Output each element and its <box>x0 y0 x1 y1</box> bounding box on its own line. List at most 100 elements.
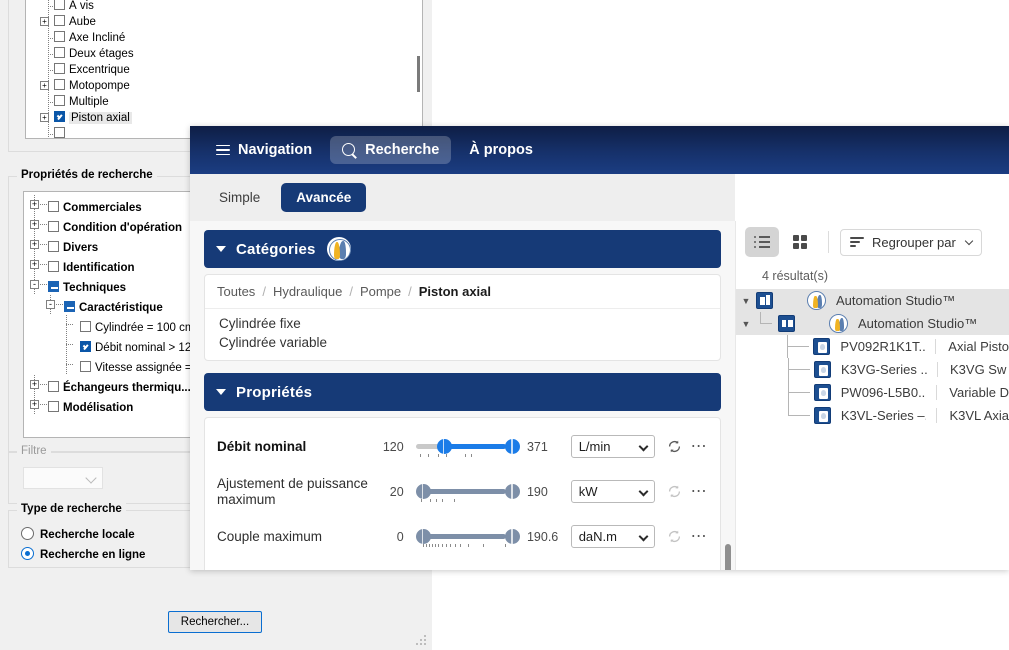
category-tree[interactable]: À vis + Aube Axe Incliné Deux étages Excentri… <box>25 0 423 139</box>
checkbox[interactable] <box>54 63 65 74</box>
refresh-icon[interactable] <box>667 529 682 544</box>
criteria-pane-scrollbar[interactable] <box>725 544 731 570</box>
checkbox[interactable] <box>80 321 91 332</box>
breadcrumb-item-0[interactable]: Toutes <box>217 284 255 299</box>
rechercher-button[interactable]: Rechercher... <box>168 611 262 633</box>
expand-icon[interactable]: - <box>30 280 39 289</box>
category-tree-item[interactable]: Excentrique <box>26 62 422 78</box>
category-tree-item[interactable]: Deux étages <box>26 46 422 62</box>
category-tree-scrollbar[interactable] <box>417 56 420 92</box>
search-property-item[interactable]: + Condition d'opération <box>24 215 200 235</box>
search-property-item[interactable]: + Échangeurs thermiqu... <box>24 375 200 395</box>
expand-icon[interactable]: + <box>30 400 39 409</box>
result-group-row[interactable]: ▼ Automation Studio™ <box>736 312 1009 335</box>
category-tree-item[interactable]: À vis <box>26 0 422 14</box>
group-by-button[interactable]: Regrouper par <box>840 228 982 256</box>
property-range-slider[interactable] <box>416 567 515 571</box>
checkbox[interactable] <box>48 381 59 392</box>
search-property-item[interactable]: - Techniques <box>24 275 200 295</box>
search-property-item[interactable]: + Divers <box>24 235 200 255</box>
expand-icon[interactable]: + <box>30 220 39 229</box>
checkbox[interactable] <box>48 281 59 292</box>
category-tree-item[interactable]: + Motopompe <box>26 78 422 94</box>
search-property-item[interactable]: Cylindrée = 100 cm³... <box>24 315 200 335</box>
breadcrumb-item-1[interactable]: Hydraulique <box>273 284 342 299</box>
category-tree-item[interactable]: Axe Incliné <box>26 30 422 46</box>
checkbox[interactable] <box>48 261 59 272</box>
radio-recherche-locale[interactable]: Recherche locale <box>21 527 135 541</box>
category-tree-item[interactable]: + Piston axial <box>26 110 422 126</box>
checkbox[interactable] <box>64 301 75 312</box>
nav-item-a-propos[interactable]: À propos <box>457 136 545 164</box>
slider-handle-min[interactable] <box>415 528 431 544</box>
property-unit-select[interactable]: L/min <box>570 435 656 458</box>
property-unit-select[interactable]: kW <box>570 480 656 503</box>
checkbox[interactable] <box>54 127 65 138</box>
tab-avancee[interactable]: Avancée <box>281 183 367 212</box>
expand-icon[interactable]: + <box>30 240 39 249</box>
property-range-slider[interactable] <box>415 477 521 507</box>
nav-item-navigation[interactable]: Navigation <box>204 136 324 164</box>
refresh-icon[interactable] <box>667 439 682 454</box>
search-property-item[interactable]: - Caractéristique <box>24 295 200 315</box>
refresh-icon[interactable] <box>667 484 682 499</box>
result-row[interactable]: PV092R1K1T... Axial Pisto <box>736 335 1009 358</box>
search-property-item[interactable]: + Commerciales <box>24 195 200 215</box>
breadcrumb-item-2[interactable]: Pompe <box>360 284 401 299</box>
slider-handle-max[interactable] <box>505 528 521 544</box>
property-range-slider[interactable] <box>415 432 521 462</box>
property-more-options-button[interactable]: ⋯ <box>688 483 710 499</box>
slider-handle-min[interactable] <box>415 483 431 499</box>
categories-section-header[interactable]: Catégories <box>204 230 721 268</box>
checkbox[interactable] <box>54 0 65 10</box>
checkbox[interactable] <box>80 341 91 352</box>
result-group-row[interactable]: ▼ Automation Studio™ <box>736 289 1009 312</box>
checkbox[interactable] <box>48 401 59 412</box>
nav-item-recherche[interactable]: Recherche <box>330 136 452 164</box>
result-row[interactable]: K3VG-Series ... K3VG Sw <box>736 358 1009 381</box>
grid-view-button[interactable] <box>783 227 817 257</box>
slider-handle-max[interactable] <box>505 483 521 499</box>
checkbox[interactable] <box>48 241 59 252</box>
expand-icon[interactable]: + <box>30 380 39 389</box>
checkbox[interactable] <box>54 47 65 58</box>
list-view-button[interactable] <box>745 227 779 257</box>
search-property-item[interactable]: Débit nominal > 120 ... <box>24 335 200 355</box>
expand-icon[interactable]: + <box>30 260 39 269</box>
expand-icon[interactable]: + <box>40 17 49 26</box>
slider-handle-max[interactable] <box>505 438 521 454</box>
property-more-options-button[interactable]: ⋯ <box>688 528 710 544</box>
checkbox[interactable] <box>48 221 59 232</box>
search-properties-tree[interactable]: + Commerciales + Condition d'opération + Dive… <box>23 191 201 438</box>
expand-icon[interactable]: + <box>30 200 39 209</box>
expand-icon[interactable]: - <box>46 300 55 309</box>
search-property-item[interactable]: + Identification <box>24 255 200 275</box>
expand-icon[interactable]: + <box>40 113 49 122</box>
checkbox[interactable] <box>54 31 65 42</box>
checkbox[interactable] <box>54 15 65 26</box>
resize-grip[interactable] <box>416 635 426 645</box>
category-tree-item[interactable]: + Aube <box>26 14 422 30</box>
checkbox[interactable] <box>54 95 65 106</box>
tab-simple[interactable]: Simple <box>204 183 275 212</box>
search-property-item[interactable]: Vitesse assignée = ... <box>24 355 200 375</box>
property-range-slider[interactable] <box>415 522 521 552</box>
slider-handle-min[interactable] <box>436 438 452 454</box>
property-more-options-button[interactable]: ⋯ <box>688 438 710 454</box>
property-unit-select[interactable]: daN.m <box>570 525 656 548</box>
category-option-cylindree-fixe[interactable]: Cylindrée fixe <box>205 314 720 333</box>
expand-icon[interactable]: ▼ <box>736 296 756 306</box>
checkbox[interactable] <box>80 361 91 372</box>
category-option-cylindree-variable[interactable]: Cylindrée variable <box>205 333 720 352</box>
checkbox[interactable] <box>48 201 59 212</box>
result-row[interactable]: PW096-L5B0... Variable D <box>736 381 1009 404</box>
search-property-item[interactable]: + Modélisation <box>24 395 200 415</box>
checkbox[interactable] <box>54 111 65 122</box>
checkbox[interactable] <box>54 79 65 90</box>
radio-recherche-en-ligne[interactable]: Recherche en ligne <box>21 547 145 561</box>
properties-section-header[interactable]: Propriétés <box>204 373 721 411</box>
filter-dropdown[interactable] <box>23 467 103 489</box>
result-row[interactable]: K3VL-Series –... K3VL Axia <box>736 404 1009 427</box>
expand-icon[interactable]: ▼ <box>736 319 756 329</box>
category-tree-item[interactable]: Multiple <box>26 94 422 110</box>
